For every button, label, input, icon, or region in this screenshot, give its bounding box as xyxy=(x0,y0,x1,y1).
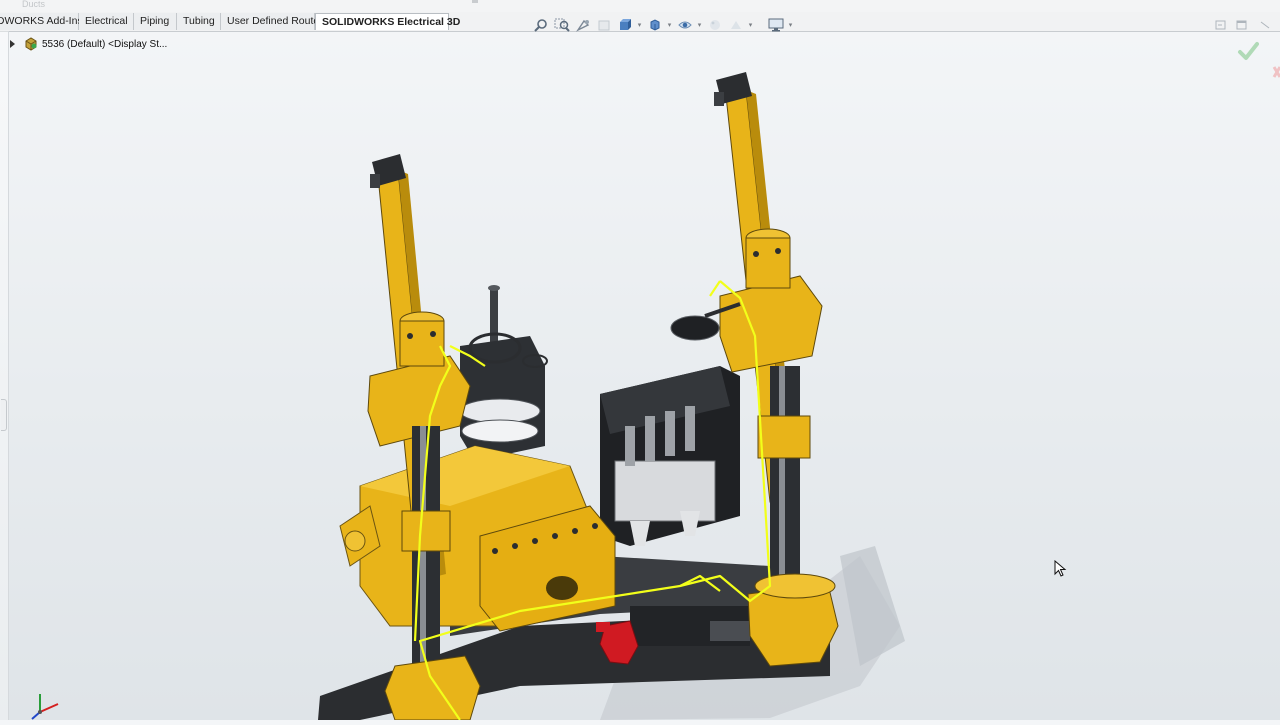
maximize-window-icon[interactable] xyxy=(1235,18,1249,30)
display-style-icon[interactable] xyxy=(644,16,665,34)
edit-appearance-icon[interactable] xyxy=(704,16,725,34)
chevron-down-icon[interactable]: ▾ xyxy=(786,16,795,34)
zoom-to-fit-icon[interactable] xyxy=(530,16,551,34)
zoom-to-area-icon[interactable] xyxy=(551,16,572,34)
feature-tree-root[interactable]: 5536 (Default) <Display St... xyxy=(10,36,167,52)
close-icon[interactable] xyxy=(1268,64,1280,86)
gearbox-bore xyxy=(546,576,578,600)
rotary-head-ring xyxy=(459,398,541,424)
right-cylinder-collar xyxy=(757,415,811,459)
previous-view-icon[interactable] xyxy=(572,16,593,34)
tab-electrical[interactable]: Electrical xyxy=(79,13,134,30)
left-cylinder-collar xyxy=(401,510,451,552)
view-settings-icon[interactable] xyxy=(765,16,786,34)
axis-triad-icon xyxy=(28,686,72,720)
view-orientation-icon[interactable] xyxy=(614,16,635,34)
tab-user-defined-route[interactable]: User Defined Route xyxy=(221,13,319,30)
right-cylinder-head xyxy=(719,275,823,373)
feature-tree-root-label: 5536 (Default) <Display St... xyxy=(42,38,168,50)
chevron-down-icon[interactable]: ▾ xyxy=(695,16,704,34)
base-block xyxy=(710,621,750,641)
collapse-window-icon[interactable] xyxy=(1258,18,1272,30)
restore-window-icon[interactable] xyxy=(1214,18,1228,30)
apply-scene-icon[interactable] xyxy=(725,16,746,34)
assembly-icon xyxy=(24,37,38,51)
chevron-down-icon[interactable]: ▾ xyxy=(665,16,674,34)
expand-arrow-icon[interactable] xyxy=(10,40,15,48)
valve-bank xyxy=(614,460,716,522)
tab-add-ins[interactable]: IDWORKS Add-Ins xyxy=(0,13,83,30)
chevron-down-icon[interactable]: ▾ xyxy=(635,16,644,34)
heads-up-view-toolbar: ▾ ▾ ▾ ▾ ▾ xyxy=(530,16,795,34)
work-light xyxy=(670,315,720,341)
mouse-cursor-icon xyxy=(1054,559,1068,578)
drill-rod xyxy=(490,286,498,346)
tab-tubing[interactable]: Tubing xyxy=(177,13,221,30)
tab-solidworks-electrical-3d[interactable]: SOLIDWORKS Electrical 3D xyxy=(315,13,460,30)
tab-piping[interactable]: Piping xyxy=(134,13,177,30)
chevron-down-icon[interactable]: ▾ xyxy=(746,16,755,34)
feature-manager-edge xyxy=(0,31,9,720)
section-view-icon[interactable] xyxy=(593,16,614,34)
check-icon[interactable] xyxy=(1237,40,1259,62)
hidden-tab-hint: Ducts xyxy=(22,0,46,9)
hide-show-items-icon[interactable] xyxy=(674,16,695,34)
left-foot xyxy=(384,655,481,720)
panel-grip-handle[interactable] xyxy=(1,399,7,431)
assembly-model-viewport[interactable] xyxy=(300,66,920,720)
title-notch xyxy=(472,0,478,3)
